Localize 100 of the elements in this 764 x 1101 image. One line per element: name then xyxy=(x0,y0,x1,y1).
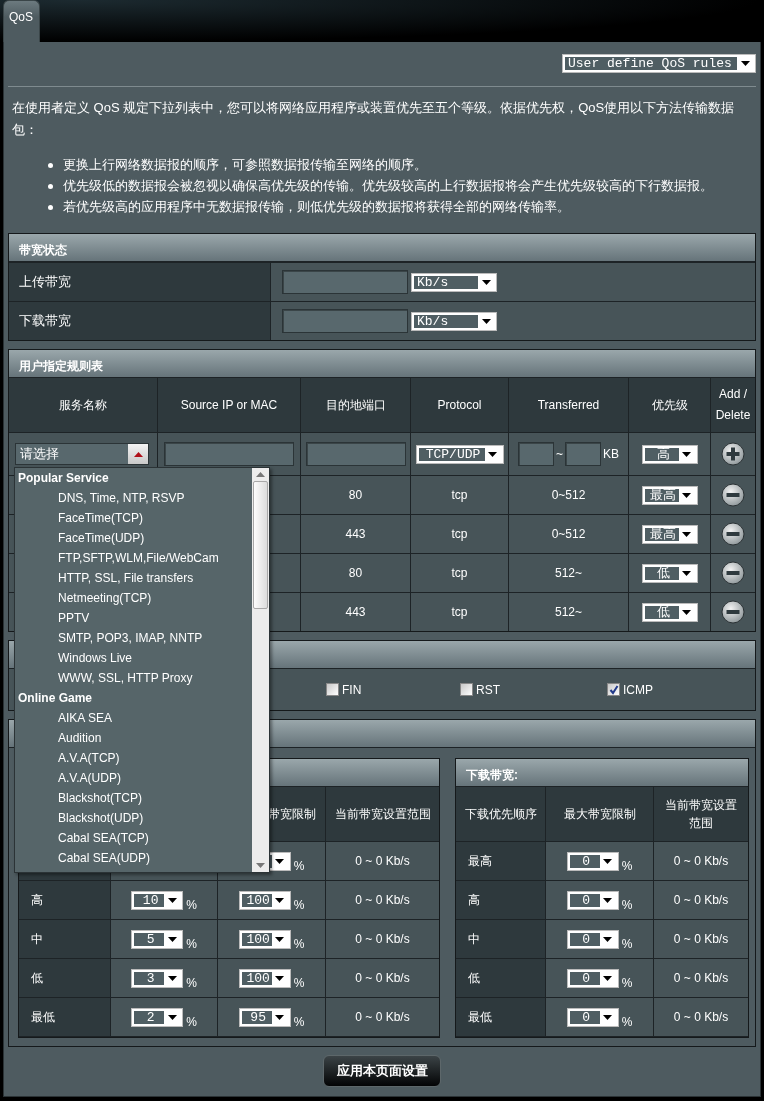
priority-dropdown[interactable]: 低 xyxy=(641,563,698,583)
table-cell: 高 xyxy=(456,881,546,920)
caret-icon xyxy=(275,975,285,981)
table-cell: 0~512 xyxy=(509,515,629,554)
percent-label: % xyxy=(621,1015,633,1029)
remove-icon[interactable] xyxy=(721,561,745,585)
table-cell: 0 ~ 0 Kb/s xyxy=(654,998,748,1037)
menu-item[interactable]: HTTP, SSL, File transfers xyxy=(15,568,252,588)
percent-label: % xyxy=(293,898,305,912)
column-header: 当前带宽设置范围 xyxy=(654,787,748,842)
menu-item[interactable]: Audition xyxy=(15,728,252,748)
menu-item[interactable]: SMTP, POP3, IMAP, NNTP xyxy=(15,628,252,648)
table-cell: 0 ~ 0 Kb/s xyxy=(654,959,748,998)
input-field[interactable] xyxy=(164,442,294,466)
menu-item[interactable]: Netmeeting(TCP) xyxy=(15,588,252,608)
caret-icon xyxy=(481,318,491,324)
percent-dropdown[interactable]: 100 xyxy=(238,968,291,988)
percent-dropdown[interactable]: 100 xyxy=(238,890,291,910)
priority-dropdown[interactable]: 低 xyxy=(641,602,698,622)
caret-icon xyxy=(682,492,691,498)
percent-label: % xyxy=(293,976,305,990)
percent-dropdown[interactable]: 0 xyxy=(566,890,619,910)
percent-label: % xyxy=(186,1015,197,1029)
field-label: 上传带宽 xyxy=(9,263,271,301)
caret-icon xyxy=(133,451,143,457)
unit-dropdown[interactable]: Kb/s xyxy=(411,272,497,292)
mode-dropdown[interactable]: User define QoS rules xyxy=(562,54,756,73)
caret-icon xyxy=(167,1014,177,1020)
checkbox-label: RST xyxy=(476,682,500,697)
checkbox[interactable] xyxy=(460,683,473,696)
percent-dropdown[interactable]: 100 xyxy=(238,929,291,949)
percent-label: % xyxy=(186,976,197,990)
table-cell: 512~ xyxy=(509,554,629,593)
column-header: Source IP or MAC xyxy=(158,378,301,433)
protocol-dropdown[interactable]: TCP/UDP xyxy=(415,444,504,464)
tab[interactable]: QoS xyxy=(3,0,40,42)
menu-item[interactable]: AIKA SEA xyxy=(15,708,252,728)
menu-item[interactable]: PPTV xyxy=(15,608,252,628)
input-field[interactable] xyxy=(282,309,408,333)
caret-icon xyxy=(275,936,285,942)
percent-label: % xyxy=(293,859,305,873)
scrollbar-thumb[interactable] xyxy=(253,481,268,609)
menu-item[interactable]: Cabal SEA(UDP) xyxy=(15,848,252,868)
section-header: 带宽状态 xyxy=(9,234,755,262)
service-dropdown[interactable]: 请选择 xyxy=(15,443,149,465)
percent-dropdown[interactable]: 10 xyxy=(131,890,184,910)
menu-item[interactable]: DNS, Time, NTP, RSVP xyxy=(15,488,252,508)
caret-icon xyxy=(256,863,265,868)
caret-icon xyxy=(481,279,491,285)
percent-dropdown[interactable]: 95 xyxy=(238,1007,291,1027)
caret-icon xyxy=(682,570,691,576)
percent-dropdown[interactable]: 0 xyxy=(566,1007,619,1027)
caret-icon xyxy=(167,897,177,903)
remove-icon[interactable] xyxy=(721,522,745,546)
menu-item[interactable]: FTP,SFTP,WLM,File/WebCam xyxy=(15,548,252,568)
caret-icon xyxy=(603,936,613,942)
remove-icon[interactable] xyxy=(721,600,745,624)
percent-dropdown[interactable]: 0 xyxy=(566,929,619,949)
menu-item[interactable]: WWW, SSL, HTTP Proxy xyxy=(15,668,252,688)
menu-item[interactable]: FaceTime(TCP) xyxy=(15,508,252,528)
input-field[interactable] xyxy=(565,442,601,466)
unit-dropdown[interactable]: Kb/s xyxy=(411,311,497,331)
caret-icon xyxy=(603,897,613,903)
bullet-icon xyxy=(48,204,53,210)
percent-dropdown[interactable]: 2 xyxy=(131,1007,184,1027)
column-header: 下载优先顺序 xyxy=(456,787,546,842)
scrollbar[interactable] xyxy=(252,468,269,872)
table-cell: 0 ~ 0 Kb/s xyxy=(326,842,439,881)
percent-dropdown[interactable]: 3 xyxy=(131,968,184,988)
percent-dropdown[interactable]: 5 xyxy=(131,929,184,949)
input-field[interactable] xyxy=(282,270,408,294)
table-cell: 中 xyxy=(456,920,546,959)
checkbox[interactable] xyxy=(607,683,620,696)
input-field[interactable] xyxy=(518,442,554,466)
column-header: 当前带宽设置范围 xyxy=(326,787,439,842)
menu-item[interactable]: FaceTime(UDP) xyxy=(15,528,252,548)
menu-item[interactable]: A.V.A(TCP) xyxy=(15,748,252,768)
field-label: 下载带宽 xyxy=(9,302,271,340)
percent-label: % xyxy=(621,859,633,873)
table-cell: tcp xyxy=(411,515,509,554)
menu-item[interactable]: A.V.A(UDP) xyxy=(15,768,252,788)
table-cell: 0~512 xyxy=(509,476,629,515)
percent-dropdown[interactable]: 0 xyxy=(566,968,619,988)
column-header: 最大带宽限制 xyxy=(546,787,654,842)
menu-group-label: Popular Service xyxy=(17,470,110,487)
remove-icon[interactable] xyxy=(721,483,745,507)
percent-label: % xyxy=(621,976,633,990)
menu-item[interactable]: Windows Live xyxy=(15,648,252,668)
intro-text: 在使用者定义 QoS 规定下拉列表中，您可以将网络应用程序或装置优先至五个等级。依据优先权，QoS使用以下方法传输数据包： xyxy=(12,99,736,139)
column-header: 优先级 xyxy=(629,378,711,433)
checkbox[interactable] xyxy=(326,683,339,696)
input-field[interactable] xyxy=(305,442,406,466)
column-header: Add / Delete xyxy=(711,378,755,433)
apply-button[interactable]: 应用本页面设置 xyxy=(323,1055,441,1087)
percent-dropdown[interactable]: 0 xyxy=(566,851,619,871)
table-cell: 80 xyxy=(301,554,411,593)
percent-label: % xyxy=(186,937,197,951)
caret-icon xyxy=(488,451,497,457)
add-icon[interactable] xyxy=(721,442,745,466)
section-header: 用户指定规则表 xyxy=(9,350,755,378)
